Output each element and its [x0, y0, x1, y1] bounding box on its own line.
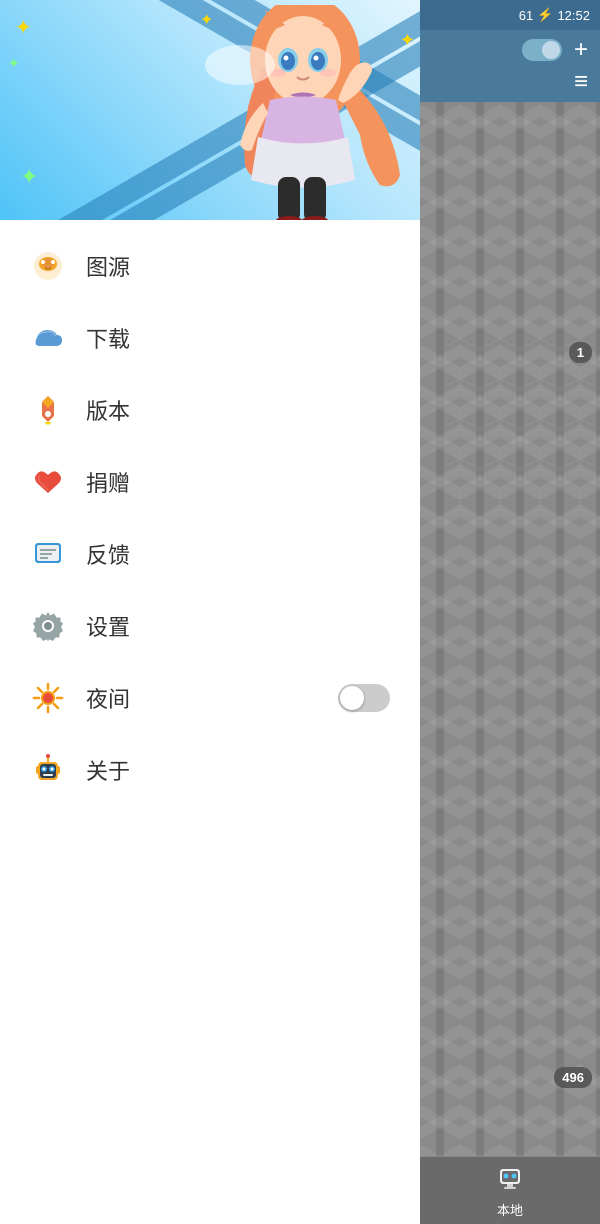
- badge-count-496: 496: [554, 1067, 592, 1088]
- add-button[interactable]: +: [574, 38, 588, 62]
- guanyu-label: 关于: [86, 754, 390, 786]
- wallpaper-pattern-svg: [420, 102, 600, 1156]
- banben-label: 版本: [86, 394, 390, 426]
- bottom-bar-label: 本地: [497, 1200, 523, 1219]
- guanyu-icon: [30, 752, 66, 788]
- badge-count-1: 1: [569, 342, 592, 363]
- menu-item-banben[interactable]: 版本: [0, 374, 420, 446]
- sparkle-icon: ✦: [15, 15, 32, 40]
- juanzeng-label: 捐赠: [86, 466, 390, 498]
- menu-item-juanzeng[interactable]: 捐赠: [0, 446, 420, 518]
- toolbar-row-1: +: [432, 38, 588, 62]
- status-bar: 61 ⚡ 12:52: [420, 0, 600, 30]
- shezhi-icon: [30, 608, 66, 644]
- right-panel: 61 ⚡ 12:52 + ≡: [420, 0, 600, 1224]
- tuyuan-label: 图源: [86, 250, 390, 282]
- fankui-icon: [30, 536, 66, 572]
- sparkle-icon: ✦: [20, 164, 38, 190]
- menu-item-guanyu[interactable]: 关于: [0, 734, 420, 806]
- yejian-icon: [30, 680, 66, 716]
- menu-item-xiazai[interactable]: 下载: [0, 302, 420, 374]
- fankui-label: 反馈: [86, 538, 390, 570]
- yejian-label: 夜间: [86, 682, 338, 714]
- mode-toggle[interactable]: [522, 39, 562, 61]
- xiazai-icon: [30, 320, 66, 356]
- tuyuan-icon: [30, 248, 66, 284]
- menu-button[interactable]: ≡: [574, 70, 588, 94]
- banben-icon: [30, 392, 66, 428]
- juanzeng-icon: [30, 464, 66, 500]
- drawer-menu: 图源 下载 版本: [0, 220, 420, 1224]
- menu-item-yejian[interactable]: 夜间: [0, 662, 420, 734]
- wallpaper-grid[interactable]: 1 496: [420, 102, 600, 1156]
- local-icon: [496, 1163, 524, 1198]
- anime-figure: [190, 5, 420, 220]
- shezhi-label: 设置: [86, 610, 390, 642]
- drawer: ✦ ✦ ✦ ✦ ✦: [0, 0, 420, 1224]
- menu-item-fankui[interactable]: 反馈: [0, 518, 420, 590]
- xiazai-label: 下载: [86, 322, 390, 354]
- time: 12:52: [557, 8, 590, 23]
- bottom-bar[interactable]: 本地: [420, 1156, 600, 1224]
- lightning-icon: ⚡: [537, 7, 553, 23]
- battery-level: 61: [519, 8, 533, 23]
- menu-item-shezhi[interactable]: 设置: [0, 590, 420, 662]
- sparkle-icon: ✦: [8, 55, 20, 72]
- toolbar-row-2: ≡: [432, 70, 588, 94]
- drawer-banner: ✦ ✦ ✦ ✦ ✦: [0, 0, 420, 220]
- yejian-toggle[interactable]: [338, 684, 390, 712]
- menu-item-tuyuan[interactable]: 图源: [0, 230, 420, 302]
